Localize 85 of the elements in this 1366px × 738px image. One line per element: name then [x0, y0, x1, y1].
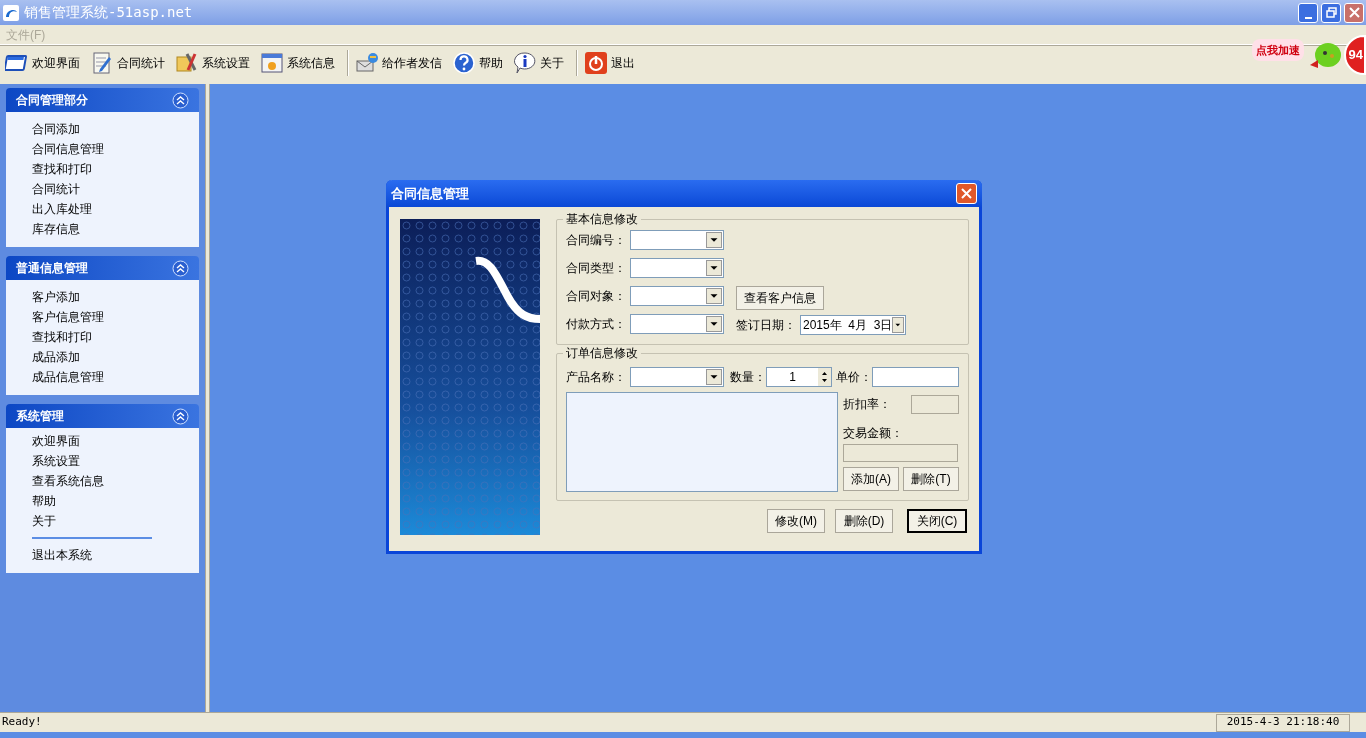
sidebar-item[interactable]: 合同添加	[32, 119, 199, 139]
speed-value-badge[interactable]: 94	[1344, 35, 1366, 75]
add-button[interactable]: 添加(A)	[843, 467, 899, 491]
dialog-button[interactable]: 删除(D)	[835, 509, 893, 533]
sidebar-panel-title: 普通信息管理	[16, 260, 88, 277]
power-icon	[584, 51, 608, 75]
date-picker[interactable]: 2015年 4月 3日	[800, 315, 906, 335]
dropdown-field[interactable]	[630, 314, 724, 334]
dialog-button[interactable]: 修改(M)	[767, 509, 825, 533]
delete-button[interactable]: 删除(T)	[903, 467, 959, 491]
group-title: 基本信息修改	[563, 211, 641, 227]
field-label: 合同类型：	[566, 260, 627, 277]
discount-field[interactable]	[911, 394, 959, 414]
sidebar-item[interactable]: 库存信息	[32, 219, 199, 239]
field-label: 付款方式：	[566, 316, 627, 333]
field-label: 折扣率：	[843, 396, 891, 413]
field-label: 合同编号：	[566, 232, 627, 249]
spinner-arrows-icon[interactable]	[818, 368, 831, 386]
status-message: Ready!	[1, 714, 43, 731]
field-label: 产品名称：	[566, 369, 627, 386]
notepad-pencil-icon	[90, 51, 114, 75]
toolbar-button[interactable]: 欢迎界面	[4, 48, 81, 78]
dialog-title: 合同信息管理	[391, 184, 469, 203]
dropdown-field[interactable]	[630, 367, 724, 387]
sidebar-panel-header[interactable]: 合同管理部分	[6, 88, 199, 112]
close-icon	[1348, 7, 1360, 18]
app-icon	[2, 3, 20, 22]
sidebar-item[interactable]: 退出本系统	[32, 545, 199, 565]
dropdown-field[interactable]	[630, 258, 724, 278]
sidebar-panel-title: 合同管理部分	[16, 92, 88, 109]
restore-button[interactable]	[1321, 2, 1341, 23]
toolbar-button[interactable]: 给作者发信	[354, 48, 443, 78]
mail-globe-icon	[355, 51, 379, 75]
quantity-spinner[interactable]: 1	[766, 367, 832, 387]
amount-field[interactable]	[843, 444, 958, 462]
window-gear-icon	[260, 51, 284, 75]
folder-tools-icon	[175, 51, 199, 75]
status-datetime: 2015-4-3 21:18:40	[1216, 713, 1350, 732]
collapse-icon[interactable]	[172, 91, 189, 109]
field-label: 交易金额：	[843, 425, 904, 442]
group-title: 订单信息修改	[563, 345, 641, 361]
toolbar-button[interactable]: 系统设置	[174, 48, 251, 78]
sidebar-item[interactable]: 查找和打印	[32, 327, 199, 347]
dialog-button[interactable]: 关闭(C)	[907, 509, 967, 533]
order-list[interactable]	[566, 392, 838, 492]
close-icon	[961, 188, 972, 199]
sidebar-item[interactable]: 帮助	[32, 491, 199, 511]
sidebar-item[interactable]: 出入库处理	[32, 199, 199, 219]
sidebar-item[interactable]: 关于	[32, 511, 199, 531]
minimize-button[interactable]	[1298, 2, 1318, 23]
sidebar-item[interactable]: 查找和打印	[32, 159, 199, 179]
info-bubble-icon	[513, 51, 537, 75]
sidebar-item[interactable]: 客户信息管理	[32, 307, 199, 327]
speed-up-badge[interactable]: 点我加速	[1252, 38, 1304, 62]
field-label: 签订日期：	[736, 317, 797, 334]
sidebar-panel-title: 系统管理	[16, 408, 64, 425]
dropdown-field[interactable]	[630, 230, 724, 250]
sidebar-item[interactable]: 合同统计	[32, 179, 199, 199]
field-label: 合同对象：	[566, 288, 627, 305]
sidebar-item[interactable]: 成品添加	[32, 347, 199, 367]
help-icon	[452, 51, 476, 75]
sidebar-item[interactable]: 欢迎界面	[32, 431, 199, 451]
dropdown-field[interactable]	[630, 286, 724, 306]
collapse-icon[interactable]	[172, 259, 189, 277]
window-title: 销售管理系统-51asp.net	[24, 3, 193, 22]
toolbar-button[interactable]: 帮助	[451, 48, 504, 78]
collapse-icon[interactable]	[172, 407, 189, 425]
toolbar-button[interactable]: 合同统计	[89, 48, 166, 78]
close-button[interactable]	[1344, 2, 1364, 23]
sidebar-item[interactable]: 查看系统信息	[32, 471, 199, 491]
sidebar-panel-header[interactable]: 普通信息管理	[6, 256, 199, 280]
field-label: 单价：	[836, 369, 872, 386]
sidebar-panel-header[interactable]: 系统管理	[6, 404, 199, 428]
sidebar-item[interactable]: 合同信息管理	[32, 139, 199, 159]
field-label: 数量：	[730, 369, 766, 386]
toolbar-button[interactable]: 退出	[583, 48, 636, 78]
sidebar-item[interactable]: 客户添加	[32, 287, 199, 307]
toolbar-button[interactable]: 关于	[512, 48, 565, 78]
view-customer-button[interactable]: 查看客户信息	[736, 286, 824, 310]
dialog-close-button[interactable]	[956, 183, 977, 204]
restore-icon	[1325, 7, 1337, 18]
sidebar-item[interactable]: 系统设置	[32, 451, 199, 471]
toolbar-button[interactable]: 系统信息	[259, 48, 336, 78]
price-input[interactable]	[872, 367, 959, 387]
sidebar-item[interactable]: 成品信息管理	[32, 367, 199, 387]
